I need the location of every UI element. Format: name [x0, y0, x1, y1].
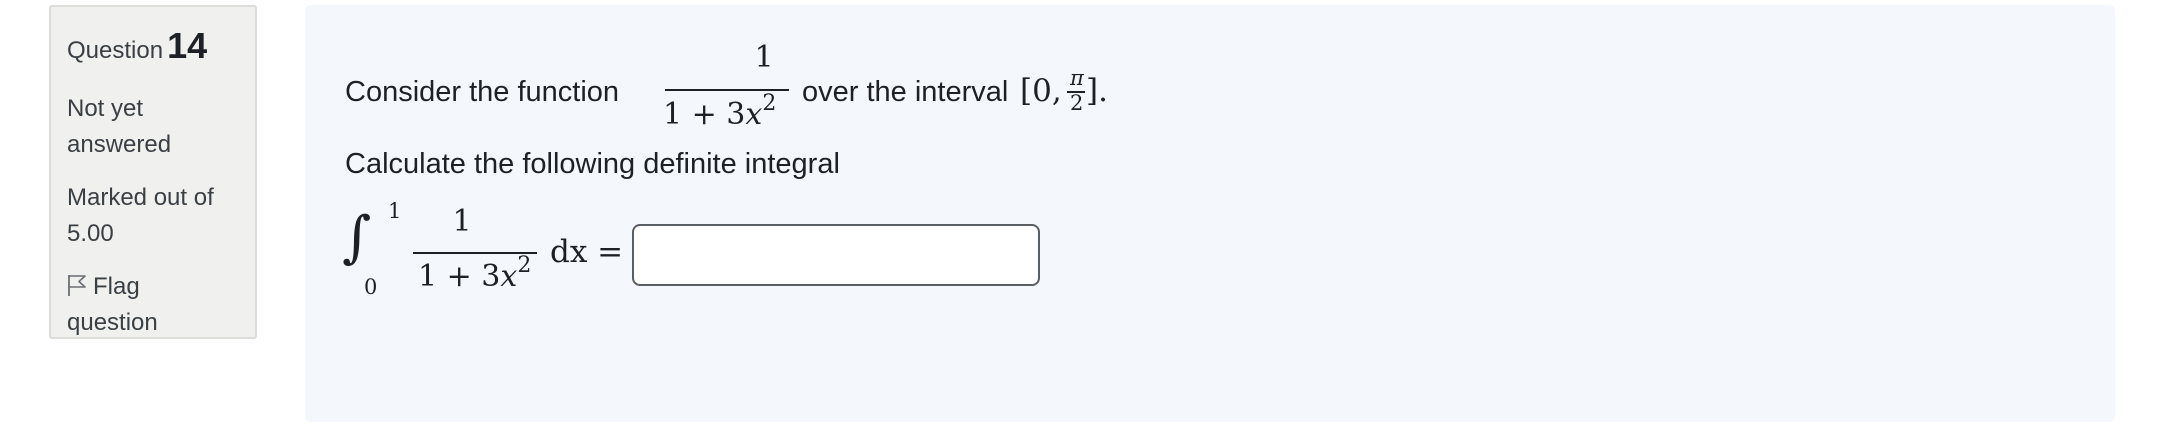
function-numerator: 1	[754, 40, 774, 75]
integrand-denominator-base: 1 + 3	[418, 259, 501, 294]
integrand-denominator: 1 + 3x2	[418, 253, 531, 298]
answer-input[interactable]	[632, 224, 1040, 286]
question-label: Question	[67, 37, 164, 64]
interval-two: 2	[1070, 91, 1084, 115]
intro-text: Consider the function	[345, 76, 620, 108]
interval-open: [0,	[1020, 73, 1062, 109]
question-grade: Marked out of 5.00	[67, 184, 214, 247]
question-info-panel: Question 14 Not yet answered Marked out o…	[49, 5, 257, 339]
interval-pi: π	[1070, 66, 1084, 90]
question-number-heading: Question 14	[67, 27, 255, 65]
question-state: Not yet answered	[67, 95, 172, 158]
interval-close: ].	[1086, 73, 1108, 109]
function-denominator-base: 1 + 3	[663, 97, 746, 132]
integral-lower-limit: 0	[364, 275, 378, 299]
function-denominator-exp: 2	[762, 91, 777, 116]
question-number: 14	[167, 25, 208, 66]
flag-outline-icon	[68, 275, 86, 296]
flag-question-button[interactable]: Flag question	[67, 269, 237, 341]
interval-text: over the interval	[802, 76, 1009, 108]
differential-equals: dx =	[550, 234, 624, 270]
question-prompt: Calculate the following definite integra…	[345, 148, 840, 180]
integrand-numerator: 1	[452, 204, 472, 239]
function-denominator: 1 + 3x2	[663, 91, 776, 136]
question-content: Consider the function 1 1 + 3x2 over the…	[305, 5, 2115, 422]
integrand-denominator-var: x	[500, 259, 518, 294]
function-denominator-var: x	[745, 97, 763, 132]
integral-sign: ∫	[342, 205, 372, 270]
integrand-denominator-exp: 2	[517, 253, 532, 278]
